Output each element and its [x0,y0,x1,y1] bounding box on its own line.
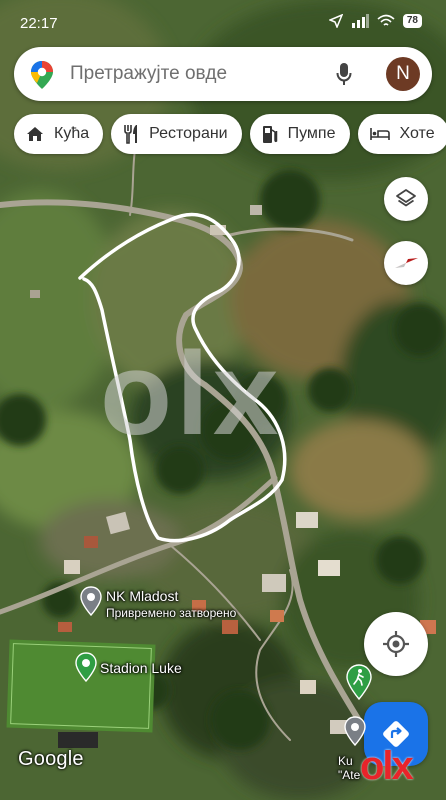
hiking-pin-icon[interactable] [346,664,372,700]
chip-home-label: Кућа [54,125,90,142]
battery-icon: 78 [402,14,422,28]
status-time: 22:17 [20,15,58,32]
poi-pin-icon[interactable] [344,716,366,746]
poi-pin-icon[interactable] [80,586,102,616]
microphone-icon[interactable] [336,62,352,86]
home-icon [27,127,43,141]
poi-label-stadion-luke[interactable]: Stadion Luke [100,660,182,676]
chip-home[interactable]: Кућа [14,114,104,154]
gas-station-icon [262,126,277,143]
hotel-icon [369,128,390,140]
restaurant-icon [124,125,138,144]
layers-icon [396,189,416,207]
poi-label-partial[interactable]: Ku "Ate [338,754,360,782]
google-maps-pin-icon [31,61,53,89]
chip-restaurants[interactable]: Ресторани [111,114,242,154]
stadium-pin-icon[interactable] [75,652,97,682]
poi-status-temporarily-closed: Привремено затворено [106,606,237,620]
chip-gas-stations-label: Пумпе [287,125,336,142]
chip-restaurants-label: Ресторани [149,125,228,142]
status-icons: 78 [328,14,422,28]
category-chips: Кућа Ресторани Пумпе Хоте [14,114,446,154]
wifi-icon [377,14,395,26]
signal-icon [351,14,369,28]
search-input[interactable]: Претражујте овде [70,63,227,85]
layers-button[interactable] [384,177,428,221]
navigation-arrow-icon [328,14,343,28]
avatar[interactable]: N [386,57,420,91]
poi-label-nk-mladost[interactable]: NK Mladost [106,588,178,604]
chip-hotels[interactable]: Хоте [357,114,446,154]
search-bar[interactable]: Претражујте овде N [14,47,432,101]
chip-hotels-label: Хоте [399,125,435,142]
crosshair-icon [383,631,409,657]
compass-icon [395,258,418,268]
poi-label-partial-line2: "Ate [338,768,361,782]
compass-button[interactable] [384,241,428,285]
chip-gas-stations[interactable]: Пумпе [249,114,350,154]
olx-watermark: olx [100,328,283,460]
my-location-button[interactable] [364,612,428,676]
status-bar: 22:17 78 [0,0,446,44]
poi-label-partial-line1: Ku [338,754,353,768]
olx-logo: olx [360,744,414,788]
google-logo: Google [18,748,84,770]
